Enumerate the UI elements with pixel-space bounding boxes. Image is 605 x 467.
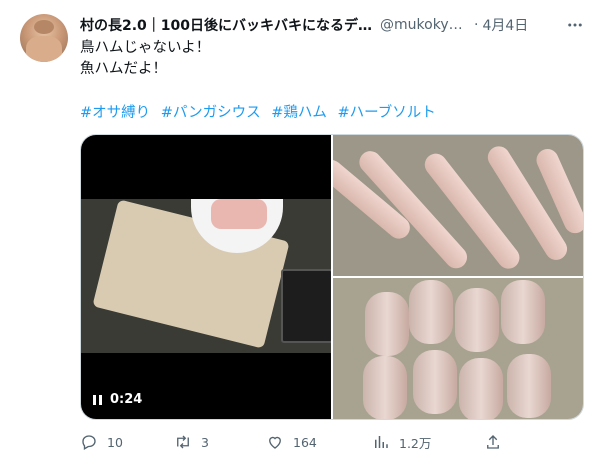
reply-count: 10 [107,434,123,450]
view-count: 1.2万 [399,435,432,451]
retweet-button[interactable]: 3 [174,430,209,454]
tweet[interactable]: 村の長2.0｜100日後にバッキバキになるデ… @mukokyu… · 4月4日… [0,0,605,467]
fish-fillet-image [211,199,267,229]
tweet-date[interactable]: 4月4日 [482,15,528,35]
author-handle[interactable]: @mukokyu… [380,17,470,33]
share-icon [487,435,499,449]
pause-icon[interactable] [93,394,102,405]
more-icon[interactable] [564,14,586,36]
like-icon [269,436,281,449]
video-controls: 0:24 [93,392,142,407]
hashtag-link[interactable]: #パンガシウス [161,105,261,121]
action-bar: 10 3 164 1.2万 [80,430,580,454]
tweet-text: 鳥ハムじゃないよ！ 魚ハムだよ！ [80,38,210,80]
tray-image [281,269,331,343]
hashtag-link[interactable]: #ハーブソルト [338,105,436,121]
video-duration: 0:24 [110,392,143,407]
separator-dot: · [474,17,479,33]
like-button[interactable]: 164 [266,430,317,454]
tweet-line: 魚ハムだよ！ [80,61,167,77]
reply-button[interactable]: 10 [80,430,123,454]
like-count: 164 [293,434,317,450]
photo-rolls[interactable] [333,278,583,419]
video-player[interactable]: 0:24 [81,135,331,419]
video-thumbnail [81,199,331,353]
reply-icon [82,435,96,450]
avatar[interactable] [20,14,68,62]
hashtag-link[interactable]: #オサ縛り [80,105,150,121]
photo-fillets[interactable] [333,135,583,276]
hashtags: #オサ縛り #パンガシウス #鶏ハム #ハーブソルト [80,101,442,122]
retweet-icon [177,435,189,449]
tweet-line: 鳥ハムじゃないよ！ [80,40,211,56]
views-button[interactable]: 1.2万 [372,430,431,454]
hashtag-link[interactable]: #鶏ハム [271,105,327,121]
share-button[interactable] [484,430,502,454]
author-name[interactable]: 村の長2.0｜100日後にバッキバキになるデ… [80,15,372,35]
retweet-count: 3 [201,434,209,450]
views-icon [375,436,388,448]
media-grid: 0:24 [80,134,584,420]
tweet-header: 村の長2.0｜100日後にバッキバキになるデ… @mukokyu… · 4月4日 [80,14,590,36]
